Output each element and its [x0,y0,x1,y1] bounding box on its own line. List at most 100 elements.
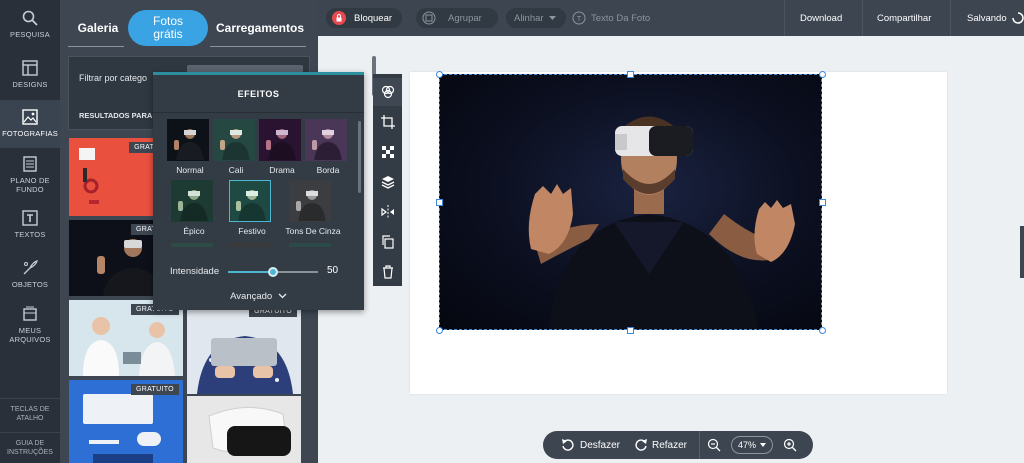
effects-popup: EFEITOS Normal Cali Drama Borda Épico Fe… [153,72,364,310]
rail-photos[interactable]: FOTOGRAFIAS [0,100,60,148]
crop-tool[interactable] [373,108,402,136]
transparency-tool[interactable] [373,138,402,166]
delete-tool[interactable] [373,258,402,286]
undo-button[interactable]: Desfazer [561,431,620,459]
resize-handle-right[interactable] [818,198,826,206]
rail-designs[interactable]: DESIGNS [0,56,60,98]
intensity-slider[interactable] [228,267,318,277]
saving-label: Salvando [967,12,1007,24]
rail-background[interactable]: PLANO DE FUNDO [0,152,60,198]
thumb-graphic [187,396,301,463]
tab-uploads[interactable]: Carregamentos [214,10,306,46]
effects-tool[interactable] [373,78,402,106]
tab-divider [68,46,124,47]
crop-icon [380,115,395,129]
photo-thumb-vr-headset[interactable] [187,396,301,463]
filter-grayscale[interactable]: Tons De Cinza [285,180,341,236]
rail-texts[interactable]: TEXTOS [0,206,60,246]
spinner-icon [1011,12,1024,24]
intensity-slider-knob[interactable] [268,267,278,277]
filter-epico[interactable]: Épico [171,180,217,236]
lock-label: Bloquear [354,12,393,24]
resize-handle-top-left[interactable] [435,70,443,78]
resize-handle-bottom[interactable] [627,326,634,334]
guide-label: GUIA DE INSTRUÇÕES [7,440,53,456]
lock-button[interactable]: Bloquear [326,8,403,28]
zoom-in-button[interactable] [783,431,797,459]
align-dropdown[interactable]: Alinhar [506,8,566,28]
photo-thumb-doctors[interactable]: GRATUITO [69,300,183,376]
filter-drama[interactable]: Drama [259,119,305,175]
filter-label: Cali [228,165,244,175]
resize-handle-bottom-left[interactable] [435,326,443,334]
resize-handle-top[interactable] [627,70,634,78]
left-rail: PESQUISA DESIGNS FOTOGRAFIAS PLANO DE FU… [0,0,60,463]
group-label: Agrupar [448,12,482,24]
saving-status: Salvando [967,8,1024,28]
effects-scrollbar[interactable] [358,121,361,193]
rail-objects[interactable]: OBJETOS [0,256,60,296]
tab-free-photos[interactable]: Fotos grátis [128,10,208,46]
resize-handle-left[interactable] [435,198,443,206]
filter-label: Tons De Cinza [285,226,341,236]
transparency-icon [381,146,394,158]
duplicate-tool[interactable] [373,228,402,256]
text-icon [22,210,38,226]
advanced-label: Avançado [230,291,273,302]
intensity-slider-fill [228,271,273,273]
background-icon [23,156,37,172]
tab-gallery[interactable]: Galeria [70,10,126,46]
guide-link[interactable]: GUIA DE INSTRUÇÕES [0,432,60,463]
filter-label: Drama [269,165,295,175]
resize-handle-top-right[interactable] [818,70,826,78]
flip-icon [380,205,394,219]
filter-label: Borda [316,165,340,175]
undo-icon [562,439,574,451]
zoom-out-button[interactable] [707,431,721,459]
rail-search[interactable]: PESQUISA [0,6,60,48]
layers-icon [381,176,394,189]
share-button[interactable]: Compartilhar [877,8,931,28]
filter-borda[interactable]: Borda [305,119,351,175]
photo-thumb-keyboard[interactable]: GRATUITO [69,380,183,463]
filter-preview [229,180,271,222]
results-label: RESULTADOS PARA [79,111,153,120]
filter-preview [289,180,331,222]
tab-label: Fotos grátis [152,14,183,41]
group-button[interactable]: Agrupar [416,8,498,28]
photo-text-button[interactable]: T Texto Da Foto [572,8,650,28]
shortcuts-link[interactable]: TECLAS DE ATALHO [0,398,60,430]
rail-label: DESIGNS [12,80,48,89]
text-photo-icon: T [572,11,586,25]
toolbar-divider [862,0,863,36]
flip-tool[interactable] [373,198,402,226]
effects-title: EFEITOS [237,89,280,99]
zoom-out-icon [707,438,721,452]
download-button[interactable]: Download [800,8,842,28]
resize-handle-bottom-right[interactable] [818,326,826,334]
image-tool-strip [373,74,402,286]
svg-text:T: T [577,16,582,23]
filter-normal[interactable]: Normal [167,119,213,175]
zoom-value: 47% [737,440,756,450]
effects-divider [153,112,364,113]
advanced-toggle[interactable]: Avançado [153,291,364,302]
filter-cali[interactable]: Cali [213,119,259,175]
free-badge: GRATUITO [131,384,179,395]
caret-down-icon [548,15,556,20]
rail-label: FOTOGRAFIAS [2,129,58,138]
redo-button[interactable]: Refazer [633,431,687,459]
layers-tool[interactable] [373,168,402,196]
side-panel-tab[interactable] [1020,226,1024,278]
rail-my-files[interactable]: MEUS ARQUIVOS [0,302,60,350]
toolbar-divider [950,0,951,36]
photo-thumb-tablet[interactable]: GRATUITO [187,300,301,394]
undo-label: Desfazer [580,439,621,451]
top-toolbar: Bloquear Agrupar Alinhar T Texto Da Foto… [318,0,1024,36]
rail-label: PLANO DE FUNDO [10,176,50,194]
filter-festivo[interactable]: Festivo [229,180,275,236]
zoom-select[interactable]: 47% [731,436,773,454]
tab-label: Galeria [77,20,119,35]
filter-preview [305,119,347,161]
folder-icon [23,306,37,321]
